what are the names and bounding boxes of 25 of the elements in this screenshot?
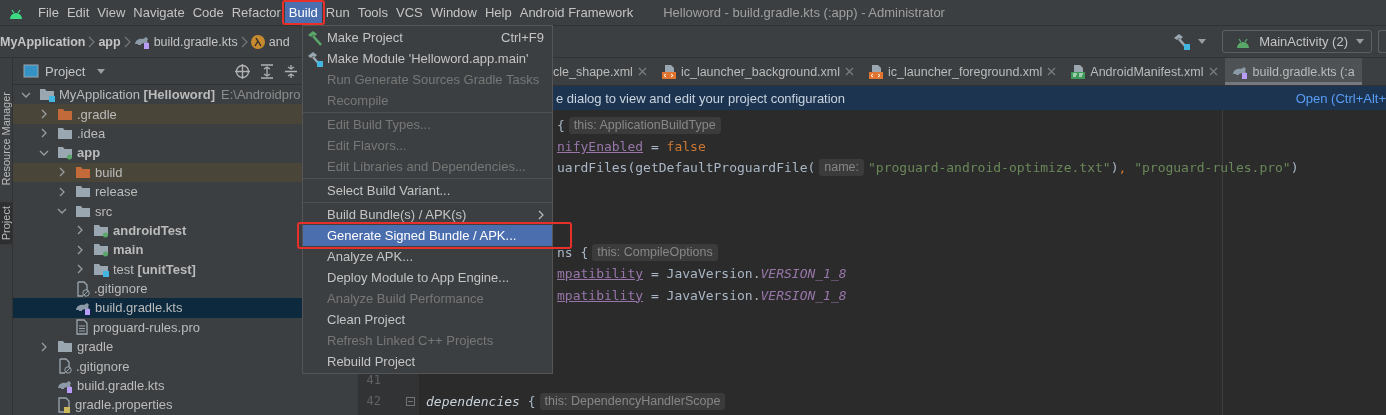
property-name: nifyEnabled: [557, 139, 644, 155]
code-text: =: [649, 139, 660, 155]
code-text: uardFiles(getDefaultProguardFile(: [557, 160, 816, 176]
keyword: false: [666, 139, 706, 155]
inlay-hint: this: ApplicationBuildType: [568, 117, 721, 135]
code-text: ): [1290, 160, 1299, 176]
code-text: {: [557, 118, 565, 134]
code-text: = JavaVersion.: [649, 266, 761, 282]
constant-name: VERSION_1_8: [760, 287, 847, 303]
code-text: {: [526, 393, 536, 409]
constant-name: VERSION_1_8: [760, 266, 847, 282]
inlay-hint: name:: [819, 159, 865, 177]
inlay-hint: this: CompileOptions: [592, 244, 718, 262]
string-literal: "proguard-android-optimize.txt": [868, 160, 1111, 176]
string-literal: "proguard-rules.pro": [1134, 160, 1291, 176]
banner-text: e dialog to view and edit your project configuration: [556, 90, 846, 106]
property-name: mpatibility: [557, 266, 644, 282]
code-text: ): [1110, 160, 1119, 176]
inlay-hint: this: DependencyHandlerScope: [539, 392, 726, 410]
property-name: mpatibility: [557, 287, 644, 303]
code-text: ns {: [557, 245, 589, 261]
function-name: dependencies: [426, 393, 520, 409]
keyword: ,: [1118, 160, 1128, 176]
code-text: = JavaVersion.: [649, 287, 761, 303]
window-title: Helloword - build.gradle.kts (:app) - Administrator: [663, 5, 945, 20]
